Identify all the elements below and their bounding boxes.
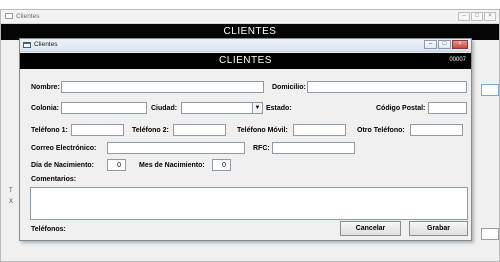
rfc-label: RFC:	[253, 145, 270, 152]
header-banner: CLIENTES 00007	[20, 53, 471, 69]
telefono-movil-field[interactable]	[293, 124, 346, 136]
background-field-edge	[481, 84, 499, 96]
comentarios-label: Comentarios:	[31, 176, 77, 183]
maximize-icon[interactable]: □	[471, 12, 483, 21]
background-titlebar: Clientes – □ ×	[1, 10, 499, 24]
nombre-label: Nombre:	[31, 84, 60, 91]
nombre-field[interactable]	[61, 81, 264, 93]
minimize-icon[interactable]: –	[424, 40, 437, 49]
background-field-edge	[481, 228, 499, 240]
background-label-fragment: X	[9, 199, 14, 205]
dialog-title: Clientes	[34, 41, 58, 48]
record-code: 00007	[449, 57, 466, 63]
app-icon	[5, 13, 13, 19]
correo-label: Correo Electrónico:	[31, 145, 97, 152]
dia-nacimiento-field[interactable]	[107, 159, 126, 171]
dialog-titlebar: Clientes – □ ×	[20, 39, 471, 52]
minimize-icon[interactable]: –	[458, 12, 470, 21]
rfc-field[interactable]	[272, 142, 355, 154]
estado-label: Estado:	[266, 105, 292, 112]
codigo-postal-field[interactable]	[428, 102, 467, 114]
telefonos-label: Teléfonos:	[31, 226, 66, 233]
otro-telefono-field[interactable]	[410, 124, 463, 136]
background-window-title: Clientes	[16, 13, 40, 20]
cancel-button[interactable]: Cancelar	[340, 221, 401, 236]
codigo-postal-label: Código Postal:	[376, 105, 426, 112]
save-button[interactable]: Grabar	[409, 221, 468, 236]
domicilio-field[interactable]	[307, 81, 467, 93]
window-app-icon	[23, 42, 31, 48]
mes-nacimiento-field[interactable]	[212, 159, 231, 171]
ciudad-label: Ciudad:	[151, 105, 178, 112]
mes-nacimiento-label: Mes de Nacimiento:	[139, 162, 205, 169]
correo-field[interactable]	[107, 142, 245, 154]
telefono1-label: Teléfono 1:	[31, 127, 68, 134]
otro-telefono-label: Otro Teléfono:	[357, 127, 405, 134]
telefono-movil-label: Teléfono Móvil:	[237, 127, 288, 134]
telefono2-field[interactable]	[173, 124, 226, 136]
background-label-fragment: T	[9, 188, 13, 194]
comentarios-field[interactable]	[30, 187, 468, 220]
telefono2-label: Teléfono 2:	[132, 127, 169, 134]
domicilio-label: Domicilio:	[272, 84, 306, 91]
banner-title: CLIENTES	[219, 55, 272, 66]
colonia-label: Colonia:	[31, 105, 59, 112]
ciudad-select[interactable]: ▼	[181, 102, 263, 114]
dia-nacimiento-label: Día de Nacimiento:	[31, 162, 95, 169]
chevron-down-icon[interactable]: ▼	[252, 103, 262, 113]
close-icon[interactable]: ×	[452, 40, 468, 49]
close-icon[interactable]: ×	[484, 12, 496, 21]
telefono1-field[interactable]	[71, 124, 124, 136]
clientes-dialog: Clientes – □ × CLIENTES 00007 Nombre: Do…	[19, 38, 472, 241]
maximize-icon[interactable]: □	[438, 40, 451, 49]
colonia-field[interactable]	[61, 102, 147, 114]
